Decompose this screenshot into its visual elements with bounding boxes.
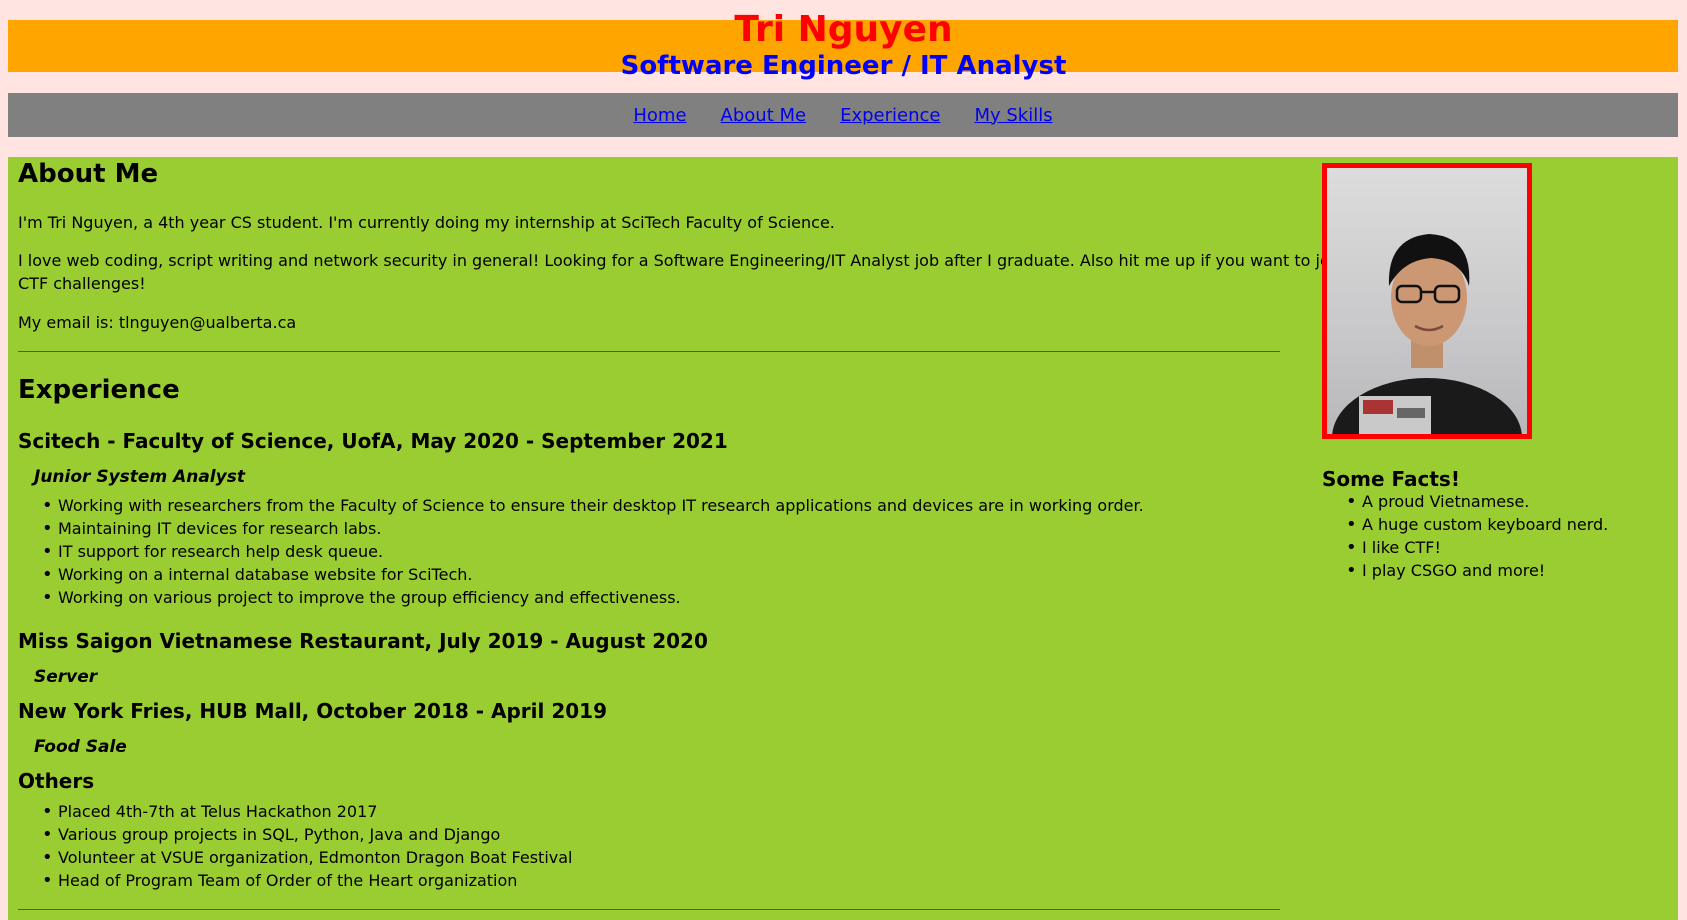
about-email: My email is: tlnguyen@ualberta.ca <box>18 313 297 332</box>
list-item: Placed 4th-7th at Telus Hackathon 2017 <box>42 800 573 823</box>
about-heading: About Me <box>18 159 159 189</box>
list-item: Working on a internal database website f… <box>42 563 1144 586</box>
job-company: New York Fries, HUB Mall, October 2018 -… <box>18 699 607 723</box>
list-item: Various group projects in SQL, Python, J… <box>42 823 573 846</box>
list-item: I like CTF! <box>1346 536 1608 559</box>
job-company: Scitech - Faculty of Science, UofA, May … <box>18 429 728 453</box>
others-list: Placed 4th-7th at Telus Hackathon 2017 V… <box>42 800 573 892</box>
list-item: Volunteer at VSUE organization, Edmonton… <box>42 846 573 869</box>
list-item: A proud Vietnamese. <box>1346 490 1608 513</box>
site-role: Software Engineer / IT Analyst <box>620 51 1067 81</box>
about-para-2-line-1: I love web coding, script writing and ne… <box>18 251 1406 270</box>
list-item: IT support for research help desk queue. <box>42 540 1144 563</box>
list-item: Working with researchers from the Facult… <box>42 494 1144 517</box>
job-company: Miss Saigon Vietnamese Restaurant, July … <box>18 629 708 653</box>
about-para-2-line-2: CTF challenges! <box>18 274 146 293</box>
nav-experience-link[interactable]: Experience <box>840 105 940 126</box>
job-title: Food Sale <box>34 737 127 757</box>
nav-about-link[interactable]: About Me <box>721 105 807 126</box>
nav-home-link[interactable]: Home <box>633 105 686 126</box>
list-item: I play CSGO and more! <box>1346 559 1608 582</box>
divider <box>18 351 1280 352</box>
site-name: Tri Nguyen <box>734 9 953 50</box>
others-heading: Others <box>18 769 95 793</box>
facts-heading: Some Facts! <box>1322 467 1460 491</box>
job-title: Server <box>34 667 98 687</box>
list-item: Head of Program Team of Order of the Hea… <box>42 869 573 892</box>
list-item: A huge custom keyboard nerd. <box>1346 513 1608 536</box>
nav-bar: Home About Me Experience My Skills <box>8 93 1678 137</box>
profile-photo <box>1322 163 1532 439</box>
facts-list: A proud Vietnamese. A huge custom keyboa… <box>1346 490 1608 582</box>
list-item: Maintaining IT devices for research labs… <box>42 517 1144 540</box>
experience-heading: Experience <box>18 375 180 405</box>
main-content: About Me I'm Tri Nguyen, a 4th year CS s… <box>8 157 1678 920</box>
job-duties-list: Working with researchers from the Facult… <box>42 494 1144 609</box>
person-icon <box>1332 234 1522 434</box>
job-title: Junior System Analyst <box>34 467 245 487</box>
nav-skills-link[interactable]: My Skills <box>974 105 1052 126</box>
about-para-1: I'm Tri Nguyen, a 4th year CS student. I… <box>18 213 835 232</box>
list-item: Working on various project to improve th… <box>42 586 1144 609</box>
divider <box>18 909 1280 910</box>
